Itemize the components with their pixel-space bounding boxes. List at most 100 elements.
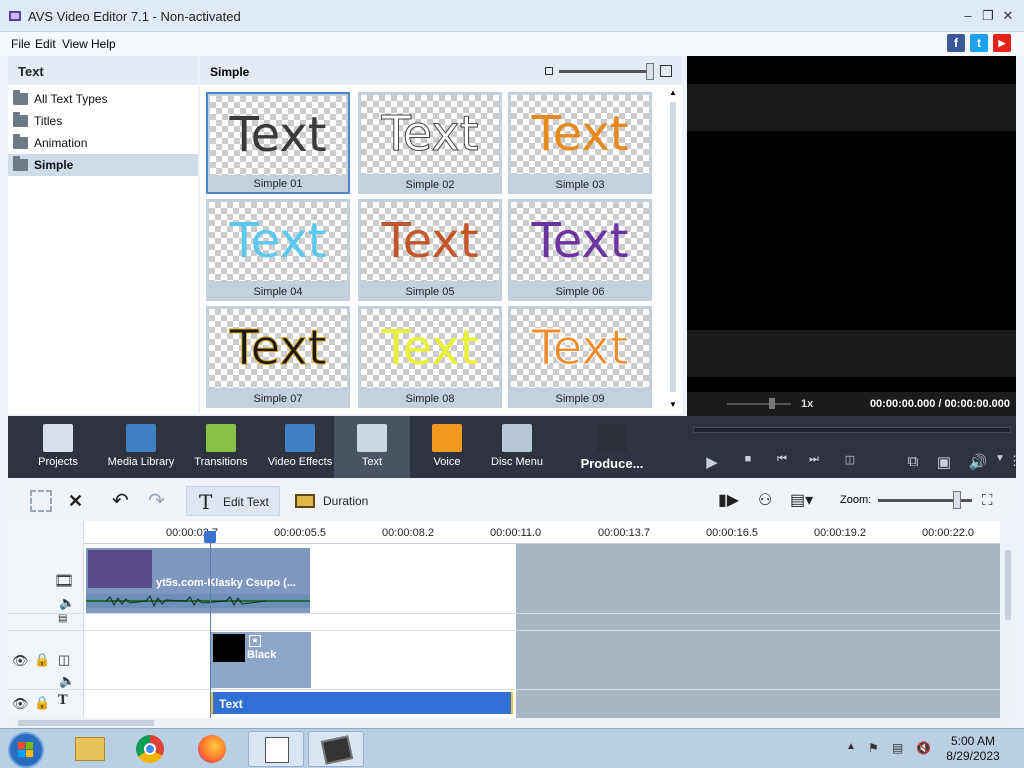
speed-slider[interactable] [727,403,791,405]
menu-view[interactable]: View [62,37,88,51]
scroll-down-icon[interactable]: ▼ [669,400,677,409]
timeline-tracks[interactable]: yt5s.com-Klasky Csupo (... ★ Black Text [84,544,1000,718]
video-preview[interactable] [687,56,1016,416]
start-button[interactable] [8,732,44,768]
volume-icon[interactable]: 🔊 [968,453,988,471]
text-clip[interactable]: Text [211,692,513,714]
lock-icon[interactable]: 🔒 [34,652,50,668]
styles-scrollbar[interactable]: ▲ ▼ [668,88,678,410]
playhead-handle[interactable] [204,531,216,543]
storyboard-icon[interactable] [30,490,52,512]
close-button[interactable]: ✕ [998,6,1018,26]
previous-frame-icon[interactable]: ⏮ [772,453,792,466]
tool-produce[interactable]: Produce... [568,416,656,478]
tool-label: Voice [433,456,461,468]
tree-item-titles[interactable]: Titles [8,110,198,132]
stop-icon[interactable]: ■ [738,453,758,465]
styles-scroll-thumb[interactable] [670,102,676,392]
video-effects-icon [285,424,315,452]
delete-icon[interactable]: ✕ [68,486,83,516]
text-style-sample: Text [229,213,327,269]
timeline-vscroll-thumb[interactable] [1005,550,1011,620]
taskbar-notepad[interactable] [248,731,304,767]
tool-label: Produce... [580,456,644,471]
thumbnail-size-handle[interactable] [646,63,654,80]
menu-file[interactable]: File [11,37,30,51]
facebook-icon[interactable]: f [947,34,965,52]
speed-slider-handle[interactable] [769,398,775,409]
clock-time: 5:00 AM [950,734,996,748]
action-center-icon[interactable]: ⚑ [868,741,879,755]
tree-item-simple[interactable]: Simple [8,154,198,176]
timeline-vertical-scrollbar[interactable] [1002,544,1014,718]
overlay-clip[interactable]: ★ Black [211,632,311,688]
tool-media-library[interactable]: Media Library [104,416,178,478]
text-style-tile[interactable]: Text Simple 08 [358,306,502,408]
minimize-button[interactable]: – [958,6,978,26]
audio-mixer-icon[interactable]: ⚇ [758,486,772,516]
text-style-tile[interactable]: Text Simple 03 [508,92,652,194]
taskbar-chrome[interactable] [122,731,178,767]
text-style-tile[interactable]: Text Simple 07 [206,306,350,408]
redo-icon[interactable]: ↷ [148,486,165,516]
visibility-eye-icon[interactable]: 👁 [12,696,29,712]
audio-mute-icon[interactable]: 🔈 [59,595,75,611]
undo-icon[interactable]: ↶ [112,486,129,516]
taskbar-explorer[interactable] [62,731,118,767]
youtube-icon[interactable]: ▶ [993,34,1011,52]
lock-icon[interactable]: 🔒 [34,695,50,711]
zoom-slider-handle[interactable] [953,491,961,509]
taskbar-firefox[interactable] [186,731,242,767]
tool-text[interactable]: Text [334,416,410,478]
twitter-icon[interactable]: t [970,34,988,52]
small-thumbnail-icon[interactable] [545,67,553,75]
visibility-eye-icon[interactable]: 👁 [12,653,29,669]
ruler-tick-label: 00:00:11.0 [490,527,542,539]
fullscreen-icon[interactable]: ⧉ [903,453,923,470]
display-mode-icon[interactable]: ▤▾ [790,486,813,516]
fit-timeline-icon[interactable]: ⛶ [982,486,993,516]
text-style-tile[interactable]: Text Simple 09 [508,306,652,408]
restore-button[interactable]: ❐ [978,6,998,26]
tool-transitions[interactable]: Transitions [186,416,256,478]
scroll-up-icon[interactable]: ▲ [669,88,677,97]
text-style-tile[interactable]: Text Simple 04 [206,199,350,301]
tool-disc-menu[interactable]: Disc Menu [484,416,550,478]
menu-edit[interactable]: Edit [35,37,56,51]
timeline-hscroll-thumb[interactable] [18,720,154,726]
tree-item-all-text-types[interactable]: All Text Types [8,88,198,110]
split-icon[interactable]: ▮▶ [718,486,739,516]
text-t-icon: T [199,490,213,514]
network-icon[interactable]: ▤ [892,741,903,755]
text-style-tile[interactable]: Text Simple 06 [508,199,652,301]
tool-video-effects[interactable]: Video Effects [260,416,340,478]
tool-voice[interactable]: Voice [412,416,482,478]
edit-text-button[interactable]: T Edit Text [186,486,280,516]
timeline-ruler[interactable]: 00:00:02.7 00:00:05.5 00:00:08.2 00:00:11.0… [84,521,1000,544]
volume-muted-icon[interactable]: 🔇 [916,741,931,755]
large-thumbnail-icon[interactable] [660,65,672,77]
text-style-tile[interactable]: Text Simple 02 [358,92,502,194]
playback-scrubber[interactable] [693,427,1011,433]
duration-button[interactable]: Duration [295,486,368,516]
tool-projects[interactable]: Projects [24,416,92,478]
taskbar-avs-editor[interactable] [308,731,364,767]
menu-help[interactable]: Help [91,37,116,51]
timeline-horizontal-scrollbar[interactable] [8,718,1008,728]
next-frame-icon[interactable]: ⏭ [804,453,824,466]
system-clock[interactable]: 5:00 AM 8/29/2023 [944,734,1002,764]
play-icon[interactable]: ▶ [702,453,722,471]
tray-expand-icon[interactable]: ▲ [846,741,856,752]
frame-step-icon[interactable]: ◫ [840,453,860,466]
more-icon[interactable]: ⋮ [1008,453,1021,469]
snapshot-icon[interactable]: ▣ [934,453,954,471]
tree-item-animation[interactable]: Animation [8,132,198,154]
volume-dropdown-icon[interactable]: ▼ [990,453,1010,464]
video-clip[interactable]: yt5s.com-Klasky Csupo (... [86,548,310,614]
ruler-tick-label: 00:00:05.5 [274,527,326,539]
overlay-audio-icon[interactable]: 🔈 [59,673,75,689]
text-style-tile[interactable]: Text Simple 01 [206,92,350,194]
text-style-tile[interactable]: Text Simple 05 [358,199,502,301]
clock-date: 8/29/2023 [946,749,1000,763]
thumbnail-size-slider[interactable] [559,70,651,73]
